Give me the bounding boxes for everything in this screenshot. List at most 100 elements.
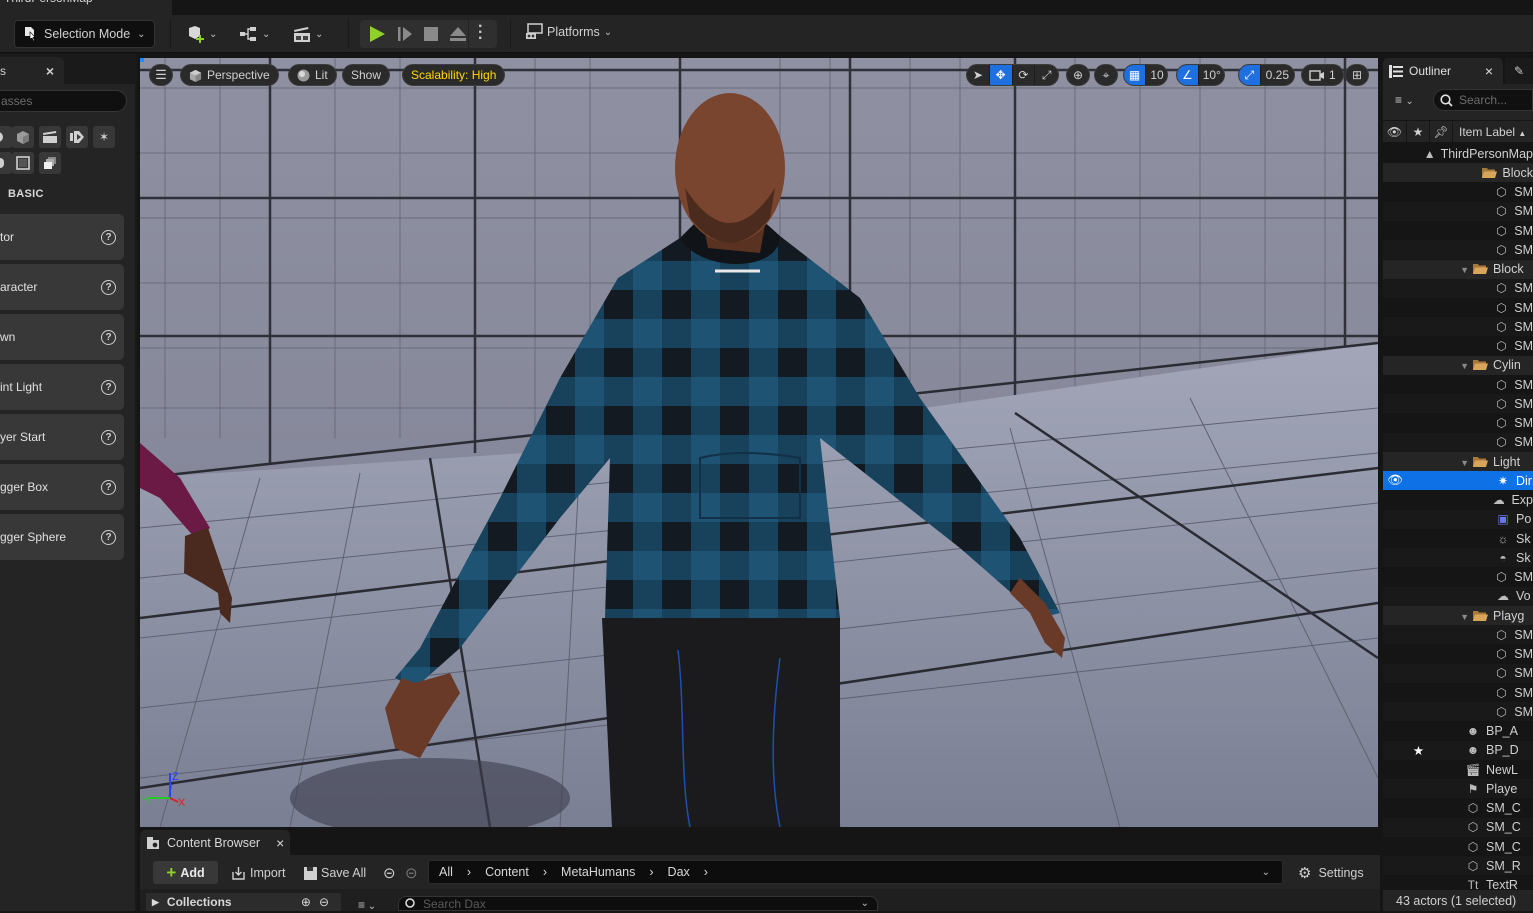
viewport-layout-button[interactable]: ⊞ (1345, 64, 1369, 86)
select-tool[interactable]: ➤ (967, 65, 990, 85)
play-button[interactable] (368, 25, 386, 43)
outliner-actor-row[interactable]: ⬡ SM (1383, 568, 1533, 587)
content-search-input[interactable]: Search Dax ⌄ (398, 896, 878, 911)
scale-snap-value[interactable]: 0.25 (1261, 65, 1294, 85)
outliner-search-input[interactable]: Search... (1433, 89, 1533, 111)
outliner-folder-row[interactable]: ▼ Playg (1383, 606, 1533, 625)
help-icon[interactable]: ? (101, 279, 116, 295)
outliner-actor-row[interactable]: ⬡ SM (1383, 625, 1533, 645)
outliner-actor-row[interactable]: ⬡ SM (1383, 201, 1533, 221)
close-icon[interactable]: × (46, 63, 54, 79)
volumes-icon[interactable] (12, 152, 34, 174)
actor-item-trigger-box[interactable]: gger Box? (0, 464, 124, 510)
outliner-actor-row[interactable]: ▲ ThirdPersonMap (1383, 144, 1533, 163)
map-tab[interactable]: ThirdPersonMap (0, 0, 172, 15)
expand-arrow-icon[interactable]: ▼ (1460, 361, 1469, 371)
breadcrumb-dax[interactable]: Dax (668, 865, 690, 879)
outliner-actor-row[interactable]: ⬡ SM_C (1383, 799, 1533, 818)
add-collection-icon[interactable]: ⊕ (301, 895, 311, 909)
chevron-right-icon[interactable]: › (649, 865, 653, 879)
rotate-tool[interactable]: ⟳ (1013, 65, 1036, 85)
view-mode-button[interactable]: Lit (288, 64, 337, 86)
effects-sparkle-icon[interactable]: ✶ (93, 126, 115, 148)
show-button[interactable]: Show (342, 64, 391, 86)
outliner-actor-row[interactable]: ⬡ SM_C (1383, 817, 1533, 837)
help-icon[interactable]: ? (101, 529, 116, 545)
path-history-dropdown[interactable]: ⌄ (1262, 867, 1270, 878)
shapes-icon[interactable] (12, 126, 34, 148)
settings-button[interactable]: ⚙ Settings (1298, 862, 1364, 884)
close-icon[interactable]: × (1485, 63, 1493, 79)
rotation-snap-value[interactable]: 10° (1199, 65, 1224, 85)
outliner-actor-row[interactable]: ☼ Sk (1383, 529, 1533, 548)
scale-snap-toggle[interactable]: ⤢ (1239, 65, 1261, 85)
add-actor-button[interactable]: ⌄ (186, 23, 217, 45)
coordinate-system-button[interactable]: ⊕ (1066, 64, 1090, 86)
outliner-actor-row[interactable]: ⬡ SM (1383, 683, 1533, 702)
lights-icon[interactable] (0, 152, 12, 174)
outliner-actor-row[interactable]: ⬡ SM (1383, 394, 1533, 414)
blueprints-button[interactable]: ⌄ (239, 23, 270, 45)
outliner-actor-row[interactable]: ⬡ SM (1383, 702, 1533, 722)
class-search-input[interactable]: asses (0, 90, 127, 112)
more-options-button[interactable]: · · · (478, 19, 483, 47)
outliner-folder-row[interactable]: Block (1383, 163, 1533, 183)
rotation-snap-toggle[interactable]: ∠ (1177, 65, 1199, 85)
visibility-column[interactable]: 👁︎ (1383, 121, 1407, 142)
outliner-actor-row[interactable]: ⬡ SM (1383, 298, 1533, 317)
grid-snap-value[interactable]: 10 (1146, 65, 1167, 85)
outliner-actor-row[interactable]: ☻ BP_A (1383, 722, 1533, 741)
stop-button[interactable] (424, 27, 438, 41)
outliner-actor-row[interactable]: ⬡ SM_C (1383, 837, 1533, 856)
outliner-actor-row[interactable]: ⬡ SM (1383, 645, 1533, 664)
outliner-actor-row[interactable]: ⬡ SM (1383, 337, 1533, 356)
details-tab[interactable]: ✎ (1505, 58, 1533, 84)
item-label-column[interactable]: Item Label ▲ (1453, 125, 1526, 139)
translate-tool[interactable]: ✥ (989, 65, 1013, 85)
outliner-actor-row[interactable]: ⬡ SM (1383, 663, 1533, 683)
outliner-tab[interactable]: Outliner × (1383, 58, 1503, 84)
eject-button[interactable] (449, 26, 467, 42)
help-icon[interactable]: ? (101, 229, 116, 245)
forward-button[interactable]: ⊝ (405, 862, 418, 884)
chevron-right-icon[interactable]: › (704, 865, 708, 879)
cinematics-button[interactable]: ⌄ (292, 23, 323, 45)
search-dropdown[interactable]: ⌄ (861, 898, 869, 909)
add-button[interactable]: + Add (153, 861, 218, 884)
platforms-dropdown[interactable]: Platforms ⌄ (525, 23, 612, 41)
chevron-right-icon[interactable]: › (543, 865, 547, 879)
outliner-actor-row[interactable]: ▣ Po (1383, 509, 1533, 529)
save-all-button[interactable]: Save All (304, 862, 366, 884)
outliner-actor-row[interactable]: ⚑ Playe (1383, 779, 1533, 799)
level-viewport[interactable]: Z Y X (140, 58, 1378, 827)
cinematic-icon[interactable] (39, 126, 61, 148)
outliner-actor-row[interactable]: ◓ Sk (1383, 548, 1533, 568)
outliner-actor-row[interactable]: ⬡ SM (1383, 414, 1533, 433)
actor-item-pawn[interactable]: wn? (0, 314, 124, 360)
filter-button[interactable]: ≡ ⌄ (358, 898, 376, 912)
place-actors-tab[interactable]: s × (0, 57, 64, 84)
outliner-actor-row[interactable]: ☁ Exp (1383, 491, 1533, 510)
modified-column[interactable]: ★ (1407, 121, 1430, 142)
content-browser-tab[interactable]: Content Browser × (140, 830, 290, 855)
outliner-actor-row[interactable]: ⬡ SM (1383, 432, 1533, 452)
recent-icon[interactable] (0, 126, 12, 148)
collections-header[interactable]: ▶ Collections ⊕ ⊖ (146, 893, 341, 911)
outliner-actor-row[interactable]: ⬡ SM (1383, 183, 1533, 202)
help-icon[interactable]: ? (101, 429, 116, 445)
actor-item-player-start[interactable]: yer Start? (0, 414, 124, 460)
all-classes-icon[interactable] (39, 152, 61, 174)
scale-tool[interactable]: ⤢ (1035, 65, 1058, 85)
outliner-folder-row[interactable]: ▼ Light (1383, 452, 1533, 471)
selection-mode-dropdown[interactable]: Selection Mode ⌄ (14, 20, 155, 48)
perspective-button[interactable]: Perspective (180, 64, 279, 86)
actor-item-point-light[interactable]: int Light? (0, 364, 124, 410)
outliner-actor-row[interactable]: ★ ☻ BP_D (1383, 740, 1533, 760)
chevron-right-icon[interactable]: › (467, 865, 471, 879)
import-button[interactable]: Import (231, 862, 285, 884)
help-icon[interactable]: ? (101, 379, 116, 395)
help-icon[interactable]: ? (101, 329, 116, 345)
scalability-button[interactable]: Scalability: High (402, 64, 506, 86)
expand-arrow-icon[interactable]: ▼ (1460, 265, 1469, 275)
eye-icon[interactable]: 👁︎ (1383, 473, 1407, 488)
